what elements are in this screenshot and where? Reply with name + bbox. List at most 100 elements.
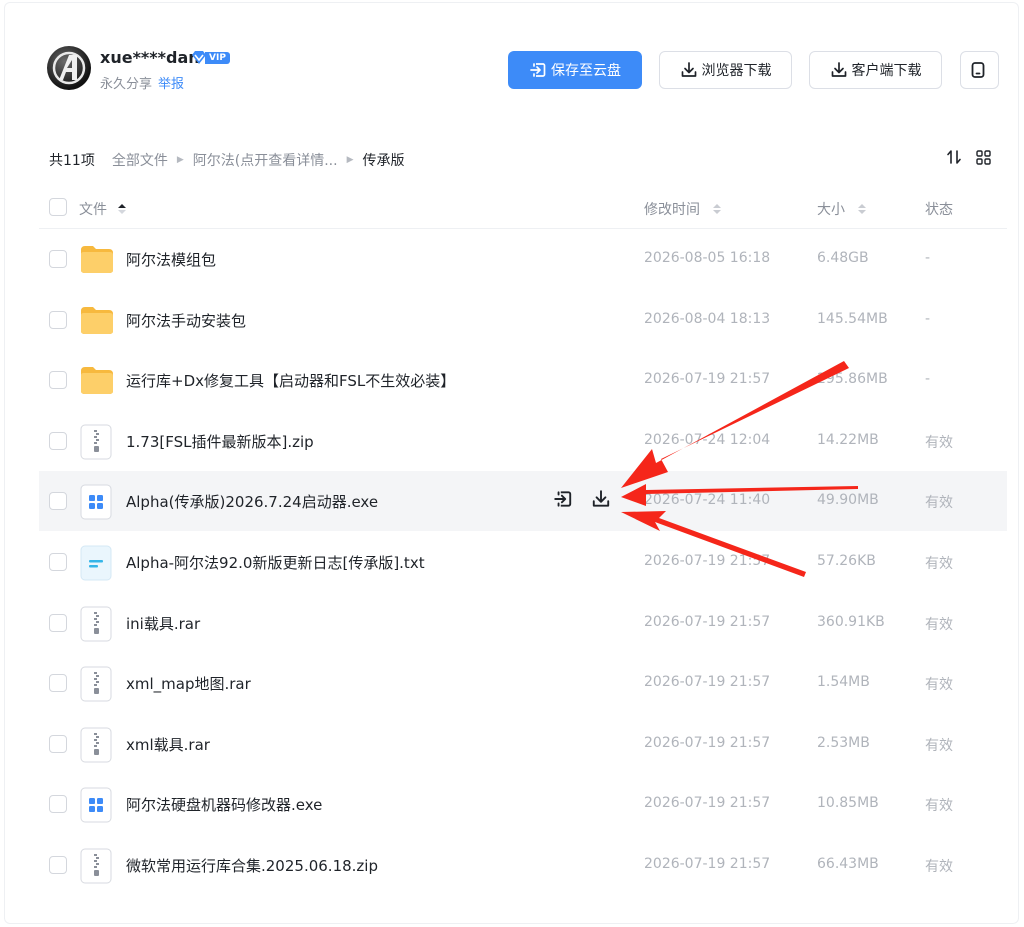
row-checkbox[interactable] (49, 613, 67, 632)
breadcrumb-current: 传承版 (362, 153, 405, 169)
file-mtime: 2026-07-19 21:57 (644, 371, 771, 388)
select-all-checkbox[interactable] (49, 198, 67, 216)
zip-file-icon (80, 727, 112, 767)
file-name[interactable]: xml载具.rar (126, 734, 210, 755)
column-size-label: 大小 (817, 202, 845, 218)
file-size: 49.90MB (817, 492, 879, 509)
zip-file-icon (80, 606, 112, 646)
row-checkbox[interactable] (49, 856, 67, 874)
row-checkbox[interactable] (49, 553, 67, 571)
table-row[interactable]: Alpha(传承版)2026.7.24启动器.exe 2026-07-24 11:… (39, 471, 1007, 532)
client-download-label: 客户端下载 (851, 63, 922, 79)
file-size: 6.48GB (817, 250, 869, 266)
file-name[interactable]: 阿尔法手动安装包 (126, 310, 246, 331)
breadcrumb-all-files[interactable]: 全部文件 (112, 150, 168, 170)
sort-icon (858, 204, 866, 214)
file-status: 有效 (925, 434, 953, 451)
report-link[interactable]: 举报 (158, 77, 184, 92)
table-row[interactable]: 阿尔法手动安装包 2026-08-04 18:13 145.54MB - (39, 290, 1007, 350)
file-size: 14.22MB (817, 431, 879, 448)
browser-download-button[interactable]: 浏览器下载 (659, 51, 792, 89)
file-mtime: 2026-07-19 21:57 (644, 613, 771, 630)
breadcrumb-separator-icon: ▶ (346, 155, 354, 165)
breadcrumb-folder[interactable]: 阿尔法(点开查看详情... (193, 150, 338, 170)
file-name[interactable]: 运行库+Dx修复工具【启动器和FSL不生效必装】 (126, 370, 455, 391)
table-row[interactable]: 微软常用运行库合集.2025.06.18.zip 2026-07-19 21:57… (39, 835, 1007, 895)
sort-order-icon[interactable] (946, 149, 962, 165)
file-mtime: 2026-08-05 16:18 (644, 250, 771, 266)
table-row[interactable]: Alpha-阿尔法92.0新版更新日志[传承版].txt 2026-07-19 2… (39, 532, 1007, 592)
file-name[interactable]: 微软常用运行库合集.2025.06.18.zip (126, 855, 378, 876)
sort-icon (713, 204, 721, 214)
table-row[interactable]: xml载具.rar 2026-07-19 21:57 2.53MB 有效 (39, 714, 1007, 774)
grid-view-icon[interactable] (976, 150, 991, 165)
file-status: 有效 (925, 616, 953, 633)
row-checkbox[interactable] (49, 310, 67, 329)
row-checkbox[interactable] (49, 371, 67, 390)
save-icon[interactable] (553, 489, 573, 509)
table-row[interactable]: ini载具.rar 2026-07-19 21:57 360.91KB 有效 (39, 593, 1007, 653)
file-status: 有效 (925, 798, 953, 815)
file-name[interactable]: xml_map地图.rar (126, 673, 251, 694)
file-status: 有效 (925, 495, 953, 512)
file-name[interactable]: ini载具.rar (126, 613, 200, 634)
table-row[interactable]: 阿尔法硬盘机器码修改器.exe 2026-07-19 21:57 10.85MB 有效 (39, 774, 1007, 834)
row-checkbox[interactable] (49, 431, 67, 450)
file-size: 1.54MB (817, 674, 870, 691)
share-info: 永久分享 举报 (100, 73, 184, 92)
column-file[interactable]: 文件 (79, 199, 127, 219)
column-size[interactable]: 大小 (817, 199, 867, 219)
file-size: 295.86MB (817, 371, 888, 388)
file-size: 360.91KB (817, 613, 885, 630)
save-label: 保存至云盘 (551, 63, 621, 79)
file-size: 57.26KB (817, 553, 876, 569)
download-icon[interactable] (591, 489, 611, 509)
row-checkbox[interactable] (49, 492, 67, 511)
row-checkbox[interactable] (49, 734, 67, 753)
share-type: 永久分享 (100, 77, 153, 92)
file-size: 2.53MB (817, 734, 870, 751)
file-name[interactable]: Alpha-阿尔法92.0新版更新日志[传承版].txt (126, 552, 425, 573)
row-checkbox[interactable] (49, 250, 67, 268)
download-icon (681, 62, 696, 77)
zip-file-icon (80, 848, 112, 888)
file-status: - (925, 371, 931, 388)
table-row[interactable]: 运行库+Dx修复工具【启动器和FSL不生效必装】 2026-07-19 21:57… (39, 350, 1007, 410)
zip-file-icon (80, 666, 112, 706)
folder-icon (80, 303, 114, 341)
table-row[interactable]: 阿尔法模组包 2026-08-05 16:18 6.48GB - (39, 229, 1007, 289)
column-mtime[interactable]: 修改时间 (644, 199, 722, 219)
username: xue****dan (100, 48, 200, 67)
row-checkbox[interactable] (49, 674, 67, 693)
column-mtime-label: 修改时间 (644, 202, 700, 218)
avengers-logo-icon (52, 51, 86, 85)
vip-tag: VIP (205, 51, 230, 64)
exe-file-icon (80, 787, 112, 827)
table-row[interactable]: 1.73[FSL插件最新版本].zip 2026-07-24 12:04 14.22… (39, 411, 1007, 471)
file-mtime: 2026-07-19 21:57 (644, 734, 771, 751)
file-status: 有效 (925, 677, 953, 694)
browser-download-label: 浏览器下载 (701, 63, 772, 79)
file-name[interactable]: 1.73[FSL插件最新版本].zip (126, 431, 314, 452)
mobile-button[interactable] (960, 51, 999, 89)
file-size: 145.54MB (817, 310, 888, 327)
file-name[interactable]: 阿尔法模组包 (126, 249, 216, 270)
save-icon (530, 63, 546, 77)
file-name[interactable]: Alpha(传承版)2026.7.24启动器.exe (126, 491, 378, 512)
file-name[interactable]: 阿尔法硬盘机器码修改器.exe (126, 794, 322, 815)
file-size: 10.85MB (817, 795, 879, 812)
sort-asc-icon (118, 204, 126, 214)
file-mtime: 2026-07-19 21:57 (644, 856, 771, 872)
file-mtime: 2026-07-24 11:40 (644, 492, 771, 509)
file-mtime: 2026-07-24 12:04 (644, 431, 771, 448)
text-file-icon (80, 545, 112, 585)
column-status-label: 状态 (925, 202, 953, 218)
table-row[interactable]: xml_map地图.rar 2026-07-19 21:57 1.54MB 有效 (39, 653, 1007, 713)
file-mtime: 2026-08-04 18:13 (644, 310, 771, 327)
file-status: 有效 (925, 859, 953, 875)
avatar[interactable] (47, 46, 91, 90)
file-status: - (925, 250, 931, 266)
save-to-cloud-button[interactable]: 保存至云盘 (508, 51, 642, 89)
row-checkbox[interactable] (49, 795, 67, 814)
client-download-button[interactable]: 客户端下载 (809, 51, 942, 89)
